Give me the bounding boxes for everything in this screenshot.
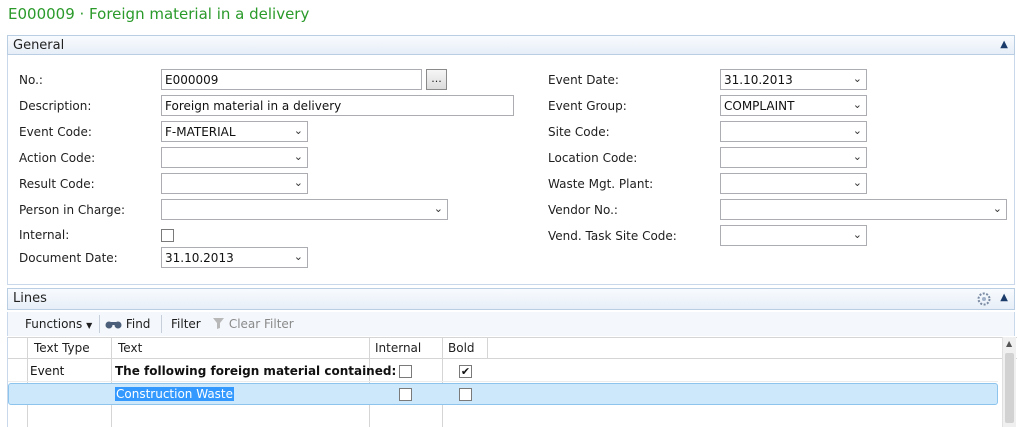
lines-grid: Text Type Text Internal Bold Event The f… [7,337,1017,427]
clear-filter-button[interactable]: Clear Filter [212,317,294,333]
gear-icon[interactable] [976,291,992,310]
row-text: The following foreign material contained… [115,364,397,378]
result-code-label: Result Code: [19,177,95,191]
general-section-header[interactable]: General ▲ [7,35,1015,55]
vend-task-site-code-label: Vend. Task Site Code: [548,229,677,243]
vend-task-site-code-field[interactable]: ⌄ [720,225,867,246]
document-date-field[interactable]: 31.10.2013 ⌄ [161,247,308,268]
vendor-no-label: Vendor No.: [548,203,618,217]
find-label: Find [125,317,151,331]
column-header-text[interactable]: Text [118,341,142,355]
chevron-down-icon[interactable]: ⌄ [853,124,862,137]
functions-label: Functions [25,317,83,331]
lines-section-title: Lines [13,291,47,306]
event-code-field[interactable]: F-MATERIAL ⌄ [161,121,308,142]
row-bold-checkbox[interactable] [459,388,472,401]
column-divider [369,337,370,427]
chevron-down-icon[interactable]: ⌄ [294,150,303,163]
person-in-charge-label: Person in Charge: [19,203,125,217]
lines-toolbar: Functions ▼ Find Filter Clear Filter [7,312,1015,336]
event-code-label: Event Code: [19,125,92,139]
document-date-label: Document Date: [19,251,118,265]
chevron-down-icon[interactable]: ⌄ [993,202,1002,215]
ellipsis-label: ... [431,72,442,85]
no-value: E000009 [165,73,219,87]
grid-scrollbar[interactable]: ▲ [1002,337,1016,427]
chevron-down-icon[interactable]: ⌄ [853,72,862,85]
clear-filter-label: Clear Filter [228,317,294,331]
find-button[interactable]: Find [105,317,150,333]
row-internal-checkbox[interactable] [399,388,412,401]
event-date-label: Event Date: [548,73,619,87]
result-code-field[interactable]: ⌄ [161,173,308,194]
functions-menu[interactable]: Functions ▼ [25,317,92,331]
chevron-down-icon[interactable]: ⌄ [853,98,862,111]
column-header-internal[interactable]: Internal [375,341,421,355]
chevron-down-icon[interactable]: ⌄ [294,250,303,263]
binoculars-icon [105,319,122,333]
row-text-type: Event [30,364,65,378]
chevron-down-icon[interactable]: ⌄ [853,228,862,241]
column-divider [487,337,488,359]
vendor-no-field[interactable]: ⌄ [720,199,1007,220]
person-in-charge-field[interactable]: ⌄ [161,199,448,220]
column-header-bold[interactable]: Bold [448,341,475,355]
toolbar-separator [99,315,100,333]
column-divider [27,337,28,427]
caret-down-icon: ▼ [86,321,93,330]
column-divider [442,337,443,427]
action-code-label: Action Code: [19,151,96,165]
table-row-selected[interactable]: Construction Waste [8,383,998,405]
event-code-value: F-MATERIAL [165,125,236,139]
chevron-up-icon[interactable]: ▲ [1000,39,1008,50]
event-date-field[interactable]: 31.10.2013 ⌄ [720,69,867,90]
chevron-down-icon[interactable]: ⌄ [294,124,303,137]
location-code-field[interactable]: ⌄ [720,147,867,168]
chevron-down-icon[interactable]: ⌄ [853,176,862,189]
description-label: Description: [19,99,92,113]
row-text-editing[interactable]: Construction Waste [115,387,235,401]
internal-checkbox[interactable] [161,229,174,242]
chevron-up-icon[interactable]: ▲ [1000,292,1008,303]
general-section-title: General [13,38,65,53]
description-value: Foreign material in a delivery [165,99,342,113]
description-field[interactable]: Foreign material in a delivery [161,95,514,116]
site-code-label: Site Code: [548,125,610,139]
internal-label: Internal: [19,228,70,242]
no-lookup-button[interactable]: ... [426,69,447,90]
no-field[interactable]: E000009 [161,69,422,90]
chevron-down-icon[interactable]: ⌄ [853,150,862,163]
event-date-value: 31.10.2013 [724,73,793,87]
grid-header-row [8,337,1017,359]
document-date-value: 31.10.2013 [165,251,234,265]
event-group-field[interactable]: COMPLAINT ⌄ [720,95,867,116]
chevron-down-icon[interactable]: ⌄ [434,202,443,215]
column-header-text-type[interactable]: Text Type [34,341,90,355]
chevron-down-icon[interactable]: ⌄ [294,176,303,189]
scrollbar-thumb[interactable] [1005,353,1014,423]
scroll-up-icon[interactable]: ▲ [1006,339,1012,348]
location-code-label: Location Code: [548,151,638,165]
event-group-value: COMPLAINT [724,99,795,113]
page-title: E000009 · Foreign material in a delivery [8,5,310,23]
row-internal-checkbox[interactable] [399,365,412,378]
event-group-label: Event Group: [548,99,627,113]
no-label: No.: [19,73,43,87]
waste-mgt-plant-label: Waste Mgt. Plant: [548,177,654,191]
waste-mgt-plant-field[interactable]: ⌄ [720,173,867,194]
lines-section-header[interactable]: Lines ▲ [7,288,1015,310]
site-code-field[interactable]: ⌄ [720,121,867,142]
row-bold-checkbox[interactable]: ✔ [459,365,472,378]
funnel-icon [212,317,225,333]
filter-button[interactable]: Filter [171,317,201,331]
column-divider [111,337,112,427]
toolbar-separator [161,315,162,333]
table-row[interactable]: Event The following foreign material con… [8,359,998,382]
action-code-field[interactable]: ⌄ [161,147,308,168]
